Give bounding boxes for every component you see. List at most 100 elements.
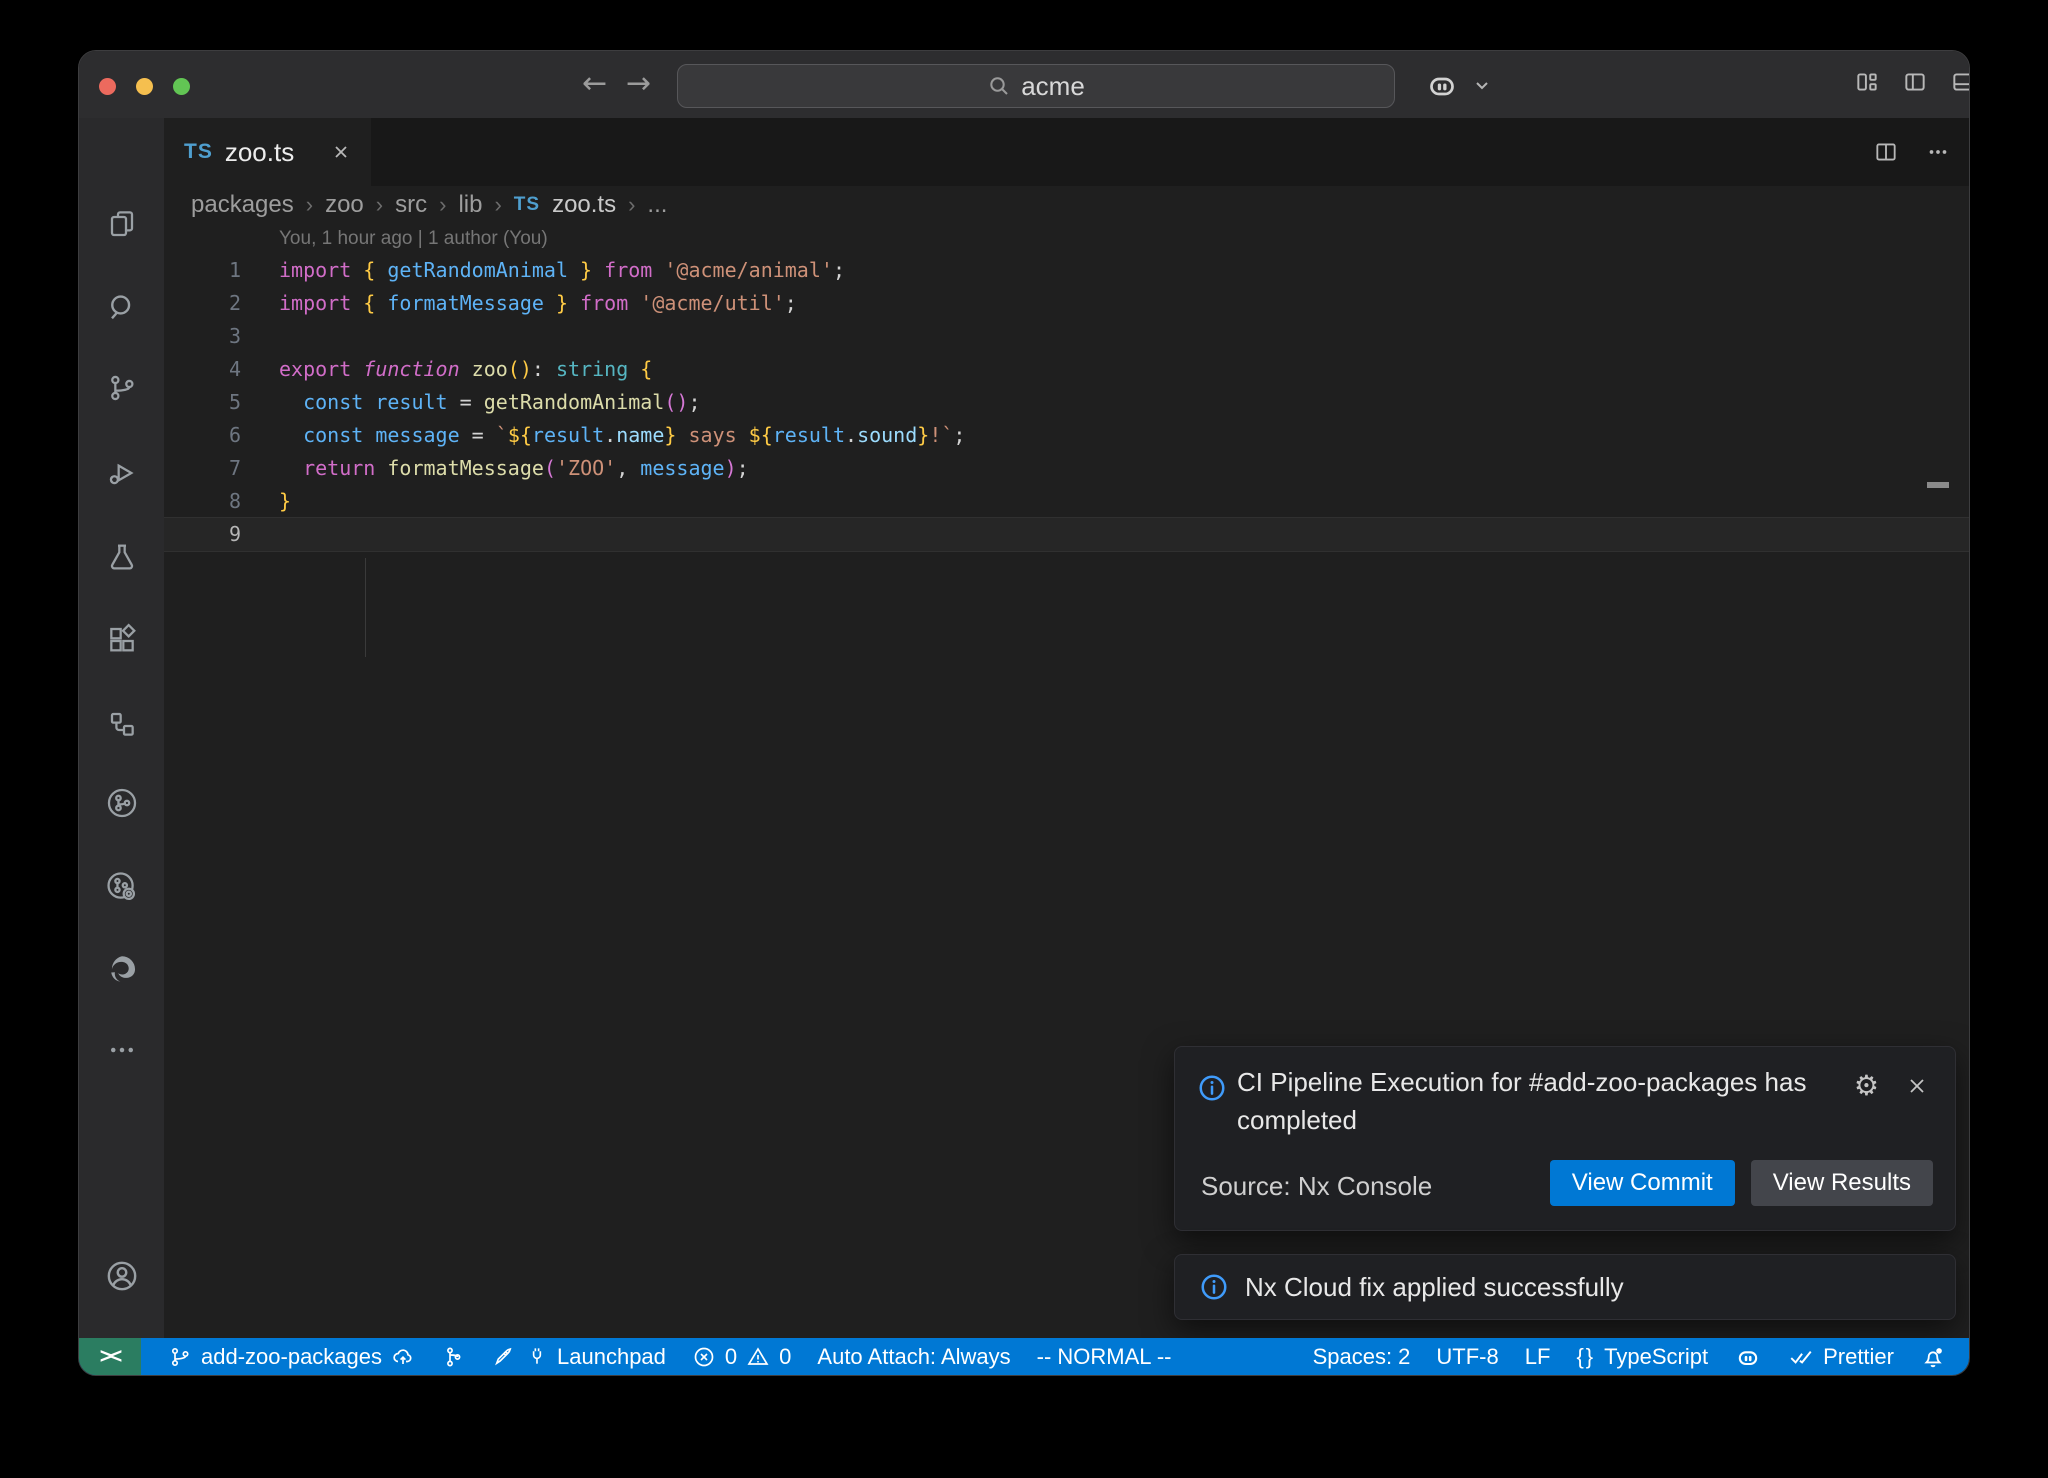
code-text: }: [241, 485, 291, 518]
code-token: ): [725, 456, 737, 480]
vim-mode-status[interactable]: -- NORMAL --: [1024, 1338, 1185, 1375]
encoding-status[interactable]: UTF-8: [1423, 1338, 1511, 1375]
line-number: 6: [164, 419, 241, 452]
code-line-1[interactable]: 1import { getRandomAnimal } from '@acme/…: [164, 254, 1969, 287]
breadcrumb-separator: ›: [376, 192, 383, 218]
source-control-graph-status[interactable]: [428, 1338, 478, 1375]
source-control-icon[interactable]: [79, 358, 164, 418]
code-token: result: [532, 423, 604, 447]
problems-status[interactable]: 0 0: [679, 1338, 805, 1375]
breadcrumb-item[interactable]: packages: [191, 191, 294, 219]
notification-source: Source: Nx Console: [1201, 1171, 1432, 1202]
code-line-9[interactable]: 9: [164, 518, 1969, 551]
code-token: function: [363, 357, 471, 381]
typescript-file-icon: TS: [514, 194, 540, 216]
code-token: ;: [833, 258, 845, 282]
git-branch-status[interactable]: add-zoo-packages: [155, 1338, 428, 1375]
code-token: }: [279, 489, 291, 513]
code-token: ): [676, 390, 688, 414]
code-text: const result = getRandomAnimal();: [241, 386, 701, 419]
warnings-count: 0: [779, 1344, 791, 1370]
remote-indicator[interactable]: ><: [79, 1338, 141, 1375]
customize-layout-icon[interactable]: [1854, 69, 1880, 95]
code-line-7[interactable]: 7 return formatMessage('ZOO', message);: [164, 452, 1969, 485]
zoom-window-button[interactable]: [173, 78, 190, 95]
code-token: '@acme/animal': [664, 258, 833, 282]
eol-status[interactable]: LF: [1512, 1338, 1564, 1375]
back-arrow-icon[interactable]: ←: [582, 66, 607, 102]
code-token: const: [303, 390, 375, 414]
code-line-3[interactable]: 3: [164, 320, 1969, 353]
view-commit-button[interactable]: View Commit: [1550, 1160, 1735, 1206]
code-token: }: [664, 423, 676, 447]
code-token: (): [508, 357, 532, 381]
account-icon[interactable]: [79, 1246, 164, 1306]
indentation-status[interactable]: Spaces: 2: [1300, 1338, 1424, 1375]
code-token: says: [676, 423, 748, 447]
code-token: from: [568, 291, 640, 315]
code-line-4[interactable]: 4export function zoo(): string {: [164, 353, 1969, 386]
code-token: {: [363, 258, 387, 282]
notification-close-icon[interactable]: [1905, 1074, 1929, 1098]
breadcrumb-item[interactable]: src: [395, 191, 427, 219]
code-token: import: [279, 258, 363, 282]
toggle-panel-icon[interactable]: [1950, 69, 1970, 95]
breadcrumb-more[interactable]: ...: [647, 191, 667, 219]
notification-toast-nx-cloud: Nx Cloud fix applied successfully: [1174, 1254, 1956, 1320]
breadcrumb-item[interactable]: zoo: [325, 191, 364, 219]
code-token: [279, 456, 303, 480]
copilot-menu[interactable]: [1424, 67, 1492, 103]
code-text: import { formatMessage } from '@acme/uti…: [241, 287, 797, 320]
nx-console-icon[interactable]: [79, 773, 164, 833]
run-debug-icon[interactable]: [79, 443, 164, 503]
code-line-5[interactable]: 5 const result = getRandomAnimal();: [164, 386, 1969, 419]
more-views-icon[interactable]: [79, 1020, 164, 1080]
explorer-icon[interactable]: [79, 193, 164, 253]
tab-close-icon[interactable]: [331, 142, 351, 162]
auto-attach-status[interactable]: Auto Attach: Always: [804, 1338, 1023, 1375]
split-editor-icon[interactable]: [1873, 139, 1899, 165]
copilot-status[interactable]: [1721, 1338, 1775, 1375]
code-token: import: [279, 291, 363, 315]
code-token: }: [544, 291, 568, 315]
code-line-6[interactable]: 6 const message = `${result.name} says $…: [164, 419, 1969, 452]
toggle-primary-sidebar-icon[interactable]: [1902, 69, 1928, 95]
copilot-icon: [1734, 1343, 1762, 1371]
code-token: zoo: [472, 357, 508, 381]
forward-arrow-icon[interactable]: →: [626, 66, 651, 102]
warnings-icon: [746, 1345, 770, 1369]
close-window-button[interactable]: [99, 78, 116, 95]
editor-more-actions-icon[interactable]: [1925, 139, 1951, 165]
command-center-search[interactable]: acme: [677, 64, 1395, 108]
vscode-window: ← → acme: [78, 50, 1970, 1376]
testing-icon[interactable]: [79, 527, 164, 587]
extensions-icon[interactable]: [79, 609, 164, 669]
prettier-status[interactable]: Prettier: [1775, 1338, 1907, 1375]
code-token: message: [640, 456, 724, 480]
code-token: return: [303, 456, 387, 480]
breadcrumb-separator: ›: [439, 192, 446, 218]
notifications-bell[interactable]: [1907, 1338, 1959, 1375]
search-icon: [987, 74, 1011, 98]
search-sidebar-icon[interactable]: [79, 277, 164, 337]
code-token: string: [556, 357, 640, 381]
code-line-2[interactable]: 2import { formatMessage } from '@acme/ut…: [164, 287, 1969, 320]
edge-browser-icon[interactable]: [79, 939, 164, 999]
code-token: =: [460, 390, 484, 414]
notification-settings-gear-icon[interactable]: ⚙: [1854, 1069, 1879, 1102]
code-token: '@acme/util': [640, 291, 785, 315]
view-results-button[interactable]: View Results: [1751, 1160, 1933, 1206]
language-mode-status[interactable]: {} TypeScript: [1563, 1338, 1721, 1375]
nx-project-details-icon[interactable]: [79, 857, 164, 917]
breadcrumb-file[interactable]: zoo.ts: [552, 191, 616, 219]
code-line-8[interactable]: 8}: [164, 485, 1969, 518]
overview-ruler-mark: [1927, 482, 1949, 488]
plug-icon: [525, 1345, 548, 1368]
minimize-window-button[interactable]: [136, 78, 153, 95]
info-icon: [1197, 1073, 1227, 1103]
code-token: !`: [929, 423, 953, 447]
breadcrumb-item[interactable]: lib: [458, 191, 482, 219]
launchpad-status[interactable]: Launchpad: [478, 1338, 679, 1375]
references-hierarchy-icon[interactable]: [79, 694, 164, 754]
tab-zoo-ts[interactable]: TS zoo.ts: [164, 118, 371, 186]
